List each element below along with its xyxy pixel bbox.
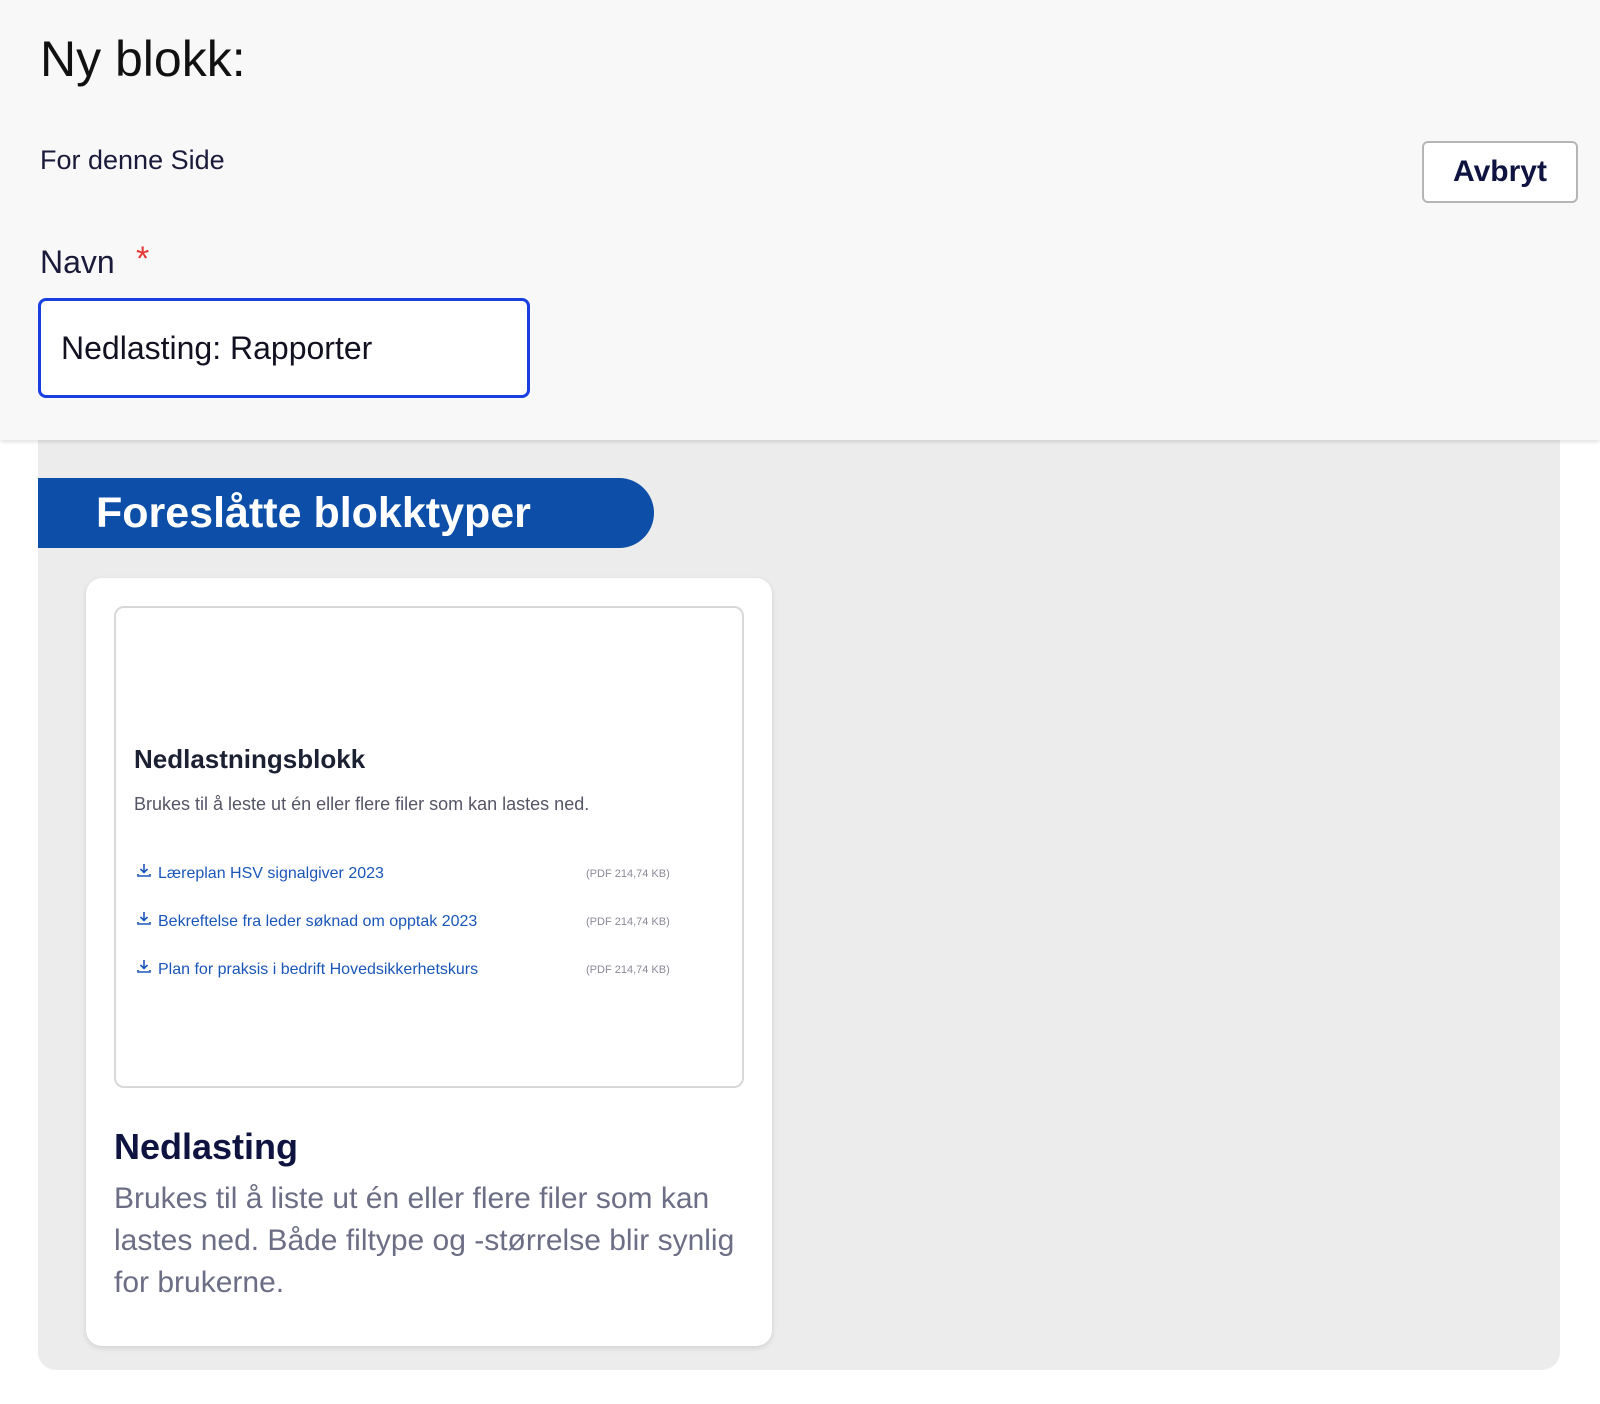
preview-file-name: Bekreftelse fra leder søknad om opptak 2… <box>158 913 478 930</box>
card-description: Brukes til å liste ut én eller flere fil… <box>114 1182 735 1299</box>
card-title: Nedlasting <box>114 1126 299 1167</box>
preview-file-link: Plan for praksis i bedrift Hovedsikkerhe… <box>136 958 478 979</box>
preview-file-link: Læreplan HSV signalgiver 2023 <box>136 862 384 883</box>
name-field-label: Navn <box>40 244 115 280</box>
required-indicator: * <box>136 240 150 278</box>
name-input[interactable] <box>38 298 530 398</box>
preview-file-link: Bekreftelse fra leder søknad om opptak 2… <box>136 910 477 931</box>
cancel-button[interactable]: Avbryt <box>1422 141 1578 203</box>
preview-file-meta: (PDF 214,74 KB) <box>586 916 670 928</box>
context-label: For denne Side <box>40 145 225 175</box>
dialog-title: Ny blokk: <box>40 31 246 87</box>
preview-file-meta: (PDF 214,74 KB) <box>586 964 670 976</box>
preview-file-name: Plan for praksis i bedrift Hovedsikkerhe… <box>158 961 479 978</box>
suggested-block-types-panel: Foreslåtte blokktyper Nedlastningsblokk … <box>38 436 1560 1370</box>
preview-file-meta: (PDF 214,74 KB) <box>586 868 670 880</box>
block-type-card-download[interactable]: Nedlastningsblokk Brukes til å leste ut … <box>86 578 772 1346</box>
preview-title: Nedlastningsblokk <box>134 744 366 774</box>
download-icon <box>136 958 152 979</box>
download-icon <box>136 910 152 931</box>
download-icon <box>136 862 152 883</box>
block-preview: Nedlastningsblokk Brukes til å leste ut … <box>114 606 744 1088</box>
dialog-header: Ny blokk: For denne Side Avbryt Navn * <box>0 0 1600 440</box>
preview-description: Brukes til å leste ut én eller flere fil… <box>134 794 590 814</box>
preview-file-name: Læreplan HSV signalgiver 2023 <box>158 865 384 882</box>
suggested-heading: Foreslåtte blokktyper <box>38 478 654 548</box>
